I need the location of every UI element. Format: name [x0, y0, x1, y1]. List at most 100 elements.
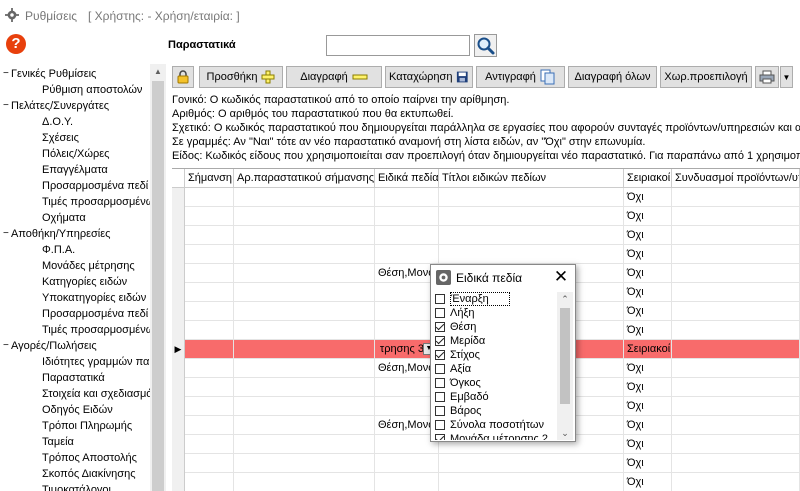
table-cell[interactable] — [672, 264, 800, 283]
table-cell[interactable] — [672, 378, 800, 397]
checkbox[interactable] — [435, 406, 445, 416]
collapse-icon[interactable]: − — [3, 98, 11, 114]
table-cell[interactable] — [439, 454, 624, 473]
tree-item[interactable]: Τιμές προσαρμοσμένω — [0, 194, 150, 210]
tree-group[interactable]: − Γενικές Ρυθμίσεις — [0, 66, 150, 82]
table-row[interactable]: Όχι — [172, 188, 800, 207]
table-cell[interactable] — [672, 245, 800, 264]
table-cell[interactable] — [672, 359, 800, 378]
table-cell[interactable]: Όχι — [624, 283, 672, 302]
lock-button[interactable] — [172, 66, 194, 88]
checkbox[interactable] — [435, 350, 445, 360]
table-cell[interactable] — [185, 378, 234, 397]
table-cell[interactable] — [234, 359, 375, 378]
table-cell[interactable] — [234, 397, 375, 416]
tree-item[interactable]: Οχήματα — [0, 210, 150, 226]
checklist-item[interactable]: Αξία — [433, 362, 558, 376]
table-cell[interactable] — [672, 435, 800, 454]
row-selector[interactable] — [172, 454, 185, 473]
table-cell[interactable] — [185, 321, 234, 340]
table-cell[interactable] — [234, 226, 375, 245]
tree-item[interactable]: Μονάδες μέτρησης — [0, 258, 150, 274]
tree-item[interactable]: Προσαρμοσμένα πεδί — [0, 178, 150, 194]
collapse-icon[interactable]: − — [3, 338, 11, 354]
table-cell[interactable]: Όχι — [624, 435, 672, 454]
table-cell[interactable] — [185, 264, 234, 283]
row-selector[interactable] — [172, 359, 185, 378]
checklist-item[interactable]: Εμβαδό — [433, 390, 558, 404]
table-cell[interactable] — [234, 188, 375, 207]
table-cell[interactable] — [234, 435, 375, 454]
table-row[interactable]: Όχι — [172, 207, 800, 226]
tree-item[interactable]: Ρύθμιση αποστολών — [0, 82, 150, 98]
checkbox[interactable] — [435, 420, 445, 430]
tree-item[interactable]: Κατηγορίες ειδών — [0, 274, 150, 290]
row-selector[interactable] — [172, 416, 185, 435]
delete-all-button[interactable]: Διαγραφή όλων — [568, 66, 657, 88]
table-cell[interactable]: Σειριακοί — [624, 340, 672, 359]
table-cell[interactable]: Όχι — [624, 454, 672, 473]
scroll-thumb[interactable] — [560, 308, 570, 404]
table-cell[interactable] — [439, 245, 624, 264]
tree-item[interactable]: Τιμές προσαρμοσμένω — [0, 322, 150, 338]
tree-item[interactable]: Στοιχεία και σχεδιασμό — [0, 386, 150, 402]
tree-item[interactable]: Φ.Π.Α. — [0, 242, 150, 258]
collapse-icon[interactable]: − — [3, 226, 11, 242]
checkbox[interactable] — [435, 364, 445, 374]
tree-scrollbar[interactable]: ▲ — [150, 64, 166, 491]
table-cell[interactable] — [234, 378, 375, 397]
table-cell[interactable] — [672, 397, 800, 416]
checkbox[interactable] — [435, 322, 445, 332]
tree-item[interactable]: Τρόπος Αποστολής — [0, 450, 150, 466]
checklist-item[interactable]: Μερίδα — [433, 334, 558, 348]
scroll-down-icon[interactable]: ⌄ — [557, 426, 573, 440]
table-cell[interactable] — [234, 416, 375, 435]
tree-item[interactable]: Ταμεία — [0, 434, 150, 450]
table-cell[interactable]: Όχι — [624, 245, 672, 264]
table-cell[interactable] — [672, 207, 800, 226]
column-header[interactable]: Συνδυασμοί προϊόντων/υπ — [672, 169, 800, 188]
table-row[interactable]: Όχι — [172, 226, 800, 245]
table-cell[interactable]: Όχι — [624, 359, 672, 378]
table-cell[interactable]: Όχι — [624, 397, 672, 416]
table-cell[interactable] — [185, 359, 234, 378]
table-cell[interactable] — [672, 416, 800, 435]
table-cell[interactable] — [672, 188, 800, 207]
checklist-item[interactable]: Μονάδα μέτρησης 2 — [433, 432, 558, 440]
table-cell[interactable] — [234, 302, 375, 321]
row-selector[interactable] — [172, 435, 185, 454]
collapse-icon[interactable]: − — [3, 66, 11, 82]
table-cell[interactable] — [185, 340, 234, 359]
checkbox[interactable] — [435, 336, 445, 346]
table-cell[interactable] — [234, 454, 375, 473]
table-cell[interactable] — [672, 454, 800, 473]
row-selector[interactable] — [172, 245, 185, 264]
checklist-item[interactable]: Έναρξη — [433, 292, 558, 306]
table-cell[interactable] — [185, 397, 234, 416]
table-cell[interactable]: Όχι — [624, 207, 672, 226]
table-cell[interactable]: Όχι — [624, 378, 672, 397]
scroll-up-icon[interactable]: ▲ — [150, 64, 166, 80]
table-row[interactable]: Όχι — [172, 245, 800, 264]
table-cell[interactable] — [234, 207, 375, 226]
table-cell[interactable] — [234, 473, 375, 491]
tree-item[interactable]: Υποκατηγορίες ειδών — [0, 290, 150, 306]
tree-group[interactable]: − Αγορές/Πωλήσεις — [0, 338, 150, 354]
column-header[interactable]: Ειδικά πεδία — [375, 169, 439, 188]
table-cell[interactable] — [185, 435, 234, 454]
scroll-thumb[interactable] — [152, 81, 164, 491]
special-fields-popup[interactable]: Ειδικά πεδία ✕ Έναρξη Λήξη Θέση Μερίδα Στίχο… — [430, 264, 576, 442]
table-cell[interactable] — [439, 226, 624, 245]
checklist-item[interactable]: Σύνολα ποσοτήτων — [433, 418, 558, 432]
table-cell[interactable] — [234, 321, 375, 340]
table-cell[interactable]: Όχι — [624, 416, 672, 435]
table-cell[interactable] — [234, 340, 375, 359]
tree-item[interactable]: Παραστατικά — [0, 370, 150, 386]
copy-button[interactable]: Αντιγραφή — [476, 66, 565, 88]
default-location-button[interactable]: Χωρ.προεπιλογή — [660, 66, 752, 88]
table-cell[interactable] — [672, 473, 800, 491]
delete-button[interactable]: Διαγραφή — [286, 66, 382, 88]
row-selector[interactable] — [172, 264, 185, 283]
row-selector[interactable] — [172, 188, 185, 207]
tree-item[interactable]: Σκοπός Διακίνησης — [0, 466, 150, 482]
